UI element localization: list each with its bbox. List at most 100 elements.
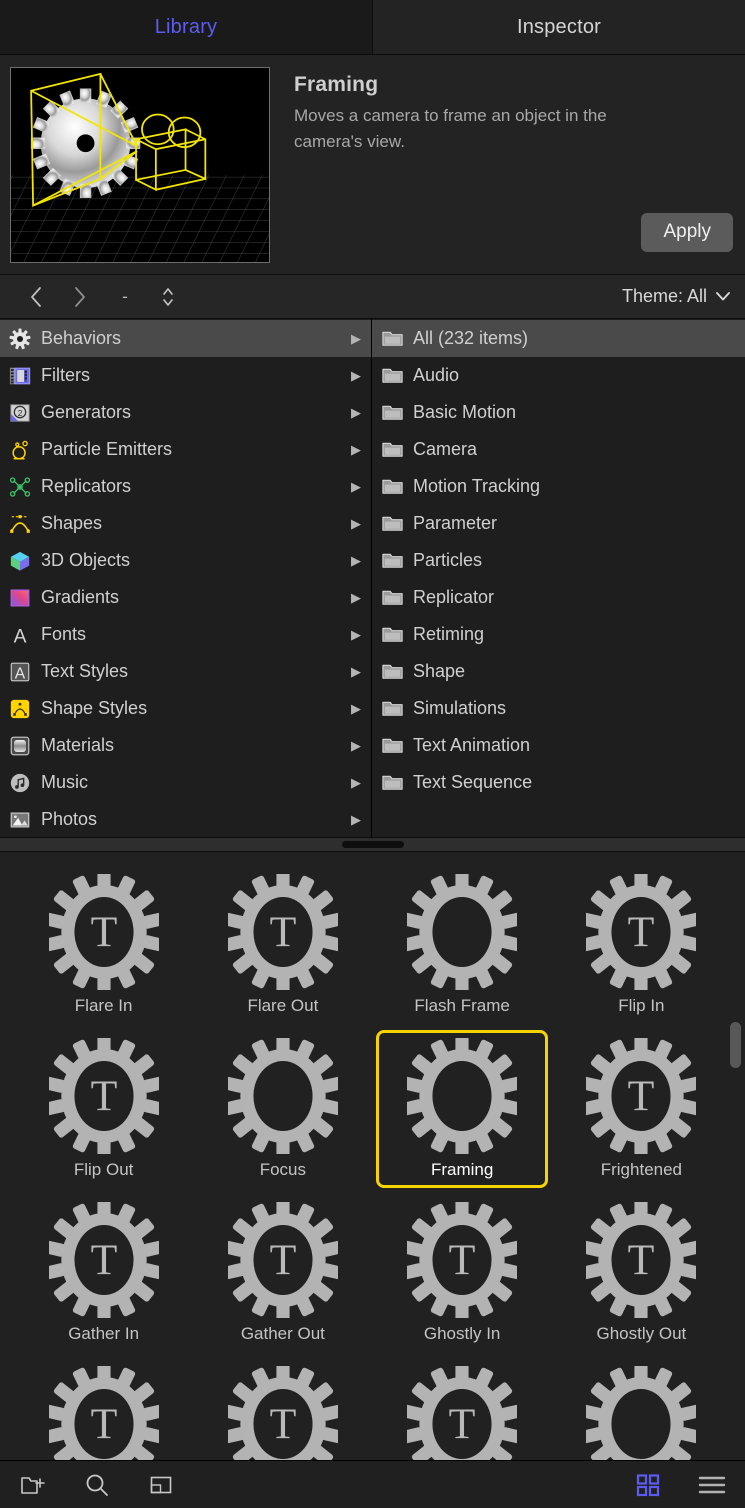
- gear-icon: [8, 327, 32, 351]
- category-row[interactable]: Shapes ▶: [0, 505, 371, 542]
- new-folder-button[interactable]: [16, 1469, 50, 1501]
- gradient-swatch-icon: [10, 588, 30, 607]
- category-row[interactable]: Photos ▶: [0, 801, 371, 837]
- panel-resize-handle[interactable]: [0, 837, 745, 852]
- folder-label: Basic Motion: [413, 402, 517, 422]
- behavior-info: Framing Moves a camera to frame an objec…: [270, 67, 735, 266]
- disclosure-arrow-icon[interactable]: ▶: [351, 775, 365, 791]
- folder-label: Retiming: [413, 624, 485, 644]
- disclosure-arrow-icon[interactable]: ▶: [351, 331, 365, 347]
- folder-row[interactable]: Audio: [372, 357, 745, 394]
- tab-inspector[interactable]: Inspector: [372, 0, 745, 54]
- gear-behavior-icon: [227, 1038, 338, 1154]
- back-button[interactable]: [14, 279, 58, 315]
- category-row[interactable]: 2 Generators ▶: [0, 394, 371, 431]
- category-row[interactable]: Behaviors ▶: [0, 320, 371, 357]
- material-sphere-icon: [8, 734, 32, 758]
- disclosure-arrow-icon[interactable]: ▶: [351, 553, 365, 569]
- disclosure-arrow-icon[interactable]: ▶: [351, 701, 365, 717]
- forward-button[interactable]: [58, 279, 102, 315]
- svg-text:T: T: [270, 1236, 297, 1284]
- disclosure-arrow-icon[interactable]: ▶: [351, 738, 365, 754]
- behavior-item-label: Framing: [430, 1160, 494, 1179]
- disclosure-arrow-icon[interactable]: ▶: [351, 479, 365, 495]
- behavior-grid-item[interactable]: [552, 1356, 731, 1460]
- tab-library[interactable]: Library: [0, 0, 372, 54]
- search-button[interactable]: [80, 1469, 114, 1501]
- category-row[interactable]: Music ▶: [0, 764, 371, 801]
- folder-row[interactable]: Text Sequence: [372, 764, 745, 801]
- category-row[interactable]: A Fonts ▶: [0, 616, 371, 653]
- disclosure-arrow-icon[interactable]: ▶: [351, 627, 365, 643]
- disclosure-arrow-icon[interactable]: ▶: [351, 516, 365, 532]
- category-row[interactable]: Shape Styles ▶: [0, 690, 371, 727]
- bottom-toolbar: [0, 1460, 745, 1508]
- category-row[interactable]: Gradients ▶: [0, 579, 371, 616]
- behavior-grid-item[interactable]: Flash Frame: [373, 864, 552, 1028]
- preview-info-pane: Framing Moves a camera to frame an objec…: [0, 55, 745, 275]
- category-label: Shapes: [41, 513, 103, 533]
- folder-row[interactable]: Basic Motion: [372, 394, 745, 431]
- disclosure-arrow-icon[interactable]: ▶: [351, 405, 365, 421]
- behavior-grid-item[interactable]: Focus: [193, 1028, 372, 1192]
- folder-row[interactable]: Replicator: [372, 579, 745, 616]
- folder-row[interactable]: Retiming: [372, 616, 745, 653]
- folder-row[interactable]: Particles: [372, 542, 745, 579]
- category-row[interactable]: Filters ▶: [0, 357, 371, 394]
- svg-text:T: T: [90, 1236, 117, 1284]
- folder-row[interactable]: All (232 items): [372, 320, 745, 357]
- behavior-item-label: Gather In: [68, 1324, 140, 1343]
- gear-text-behavior-icon: T: [586, 874, 697, 990]
- generator-two-icon: 2: [8, 401, 32, 425]
- apply-button-wrap: Apply: [641, 213, 733, 252]
- shape-style-icon: [8, 697, 32, 721]
- folder-row[interactable]: Camera: [372, 431, 745, 468]
- theme-dropdown[interactable]: Theme: All: [622, 286, 731, 307]
- behavior-grid-item[interactable]: T Flare Out: [193, 864, 372, 1028]
- disclosure-arrow-icon[interactable]: ▶: [351, 368, 365, 384]
- panel-layout-button[interactable]: [144, 1469, 178, 1501]
- folder-row[interactable]: Text Animation: [372, 727, 745, 764]
- disclosure-arrow-icon[interactable]: ▶: [351, 590, 365, 606]
- category-row[interactable]: Materials ▶: [0, 727, 371, 764]
- behavior-grid-item[interactable]: T: [373, 1356, 552, 1460]
- list-view-button[interactable]: [695, 1469, 729, 1501]
- behavior-grid-item[interactable]: T Flip In: [552, 864, 731, 1028]
- category-row[interactable]: Replicators ▶: [0, 468, 371, 505]
- folder-label: Audio: [413, 365, 460, 385]
- behavior-item-label: Flare In: [74, 996, 133, 1015]
- folder-icon: [380, 697, 404, 721]
- music-note-icon: [10, 773, 30, 792]
- svg-text:T: T: [449, 1400, 476, 1448]
- apply-button[interactable]: Apply: [641, 213, 733, 252]
- folder-column[interactable]: All (232 items) Audio Basic Motion Camer…: [372, 319, 745, 837]
- category-row[interactable]: Particle Emitters ▶: [0, 431, 371, 468]
- behavior-grid-item[interactable]: T Gather Out: [193, 1192, 372, 1356]
- category-row[interactable]: A Text Styles ▶: [0, 653, 371, 690]
- behavior-grid-item[interactable]: T: [193, 1356, 372, 1460]
- behavior-grid-item[interactable]: T Ghostly In: [373, 1192, 552, 1356]
- grid-scrollbar-thumb[interactable]: [730, 1022, 741, 1068]
- category-label: 3D Objects: [41, 550, 131, 570]
- folder-row[interactable]: Parameter: [372, 505, 745, 542]
- path-stepper-button[interactable]: [148, 280, 188, 314]
- behavior-grid-area: T Flare In T Flare Out Flash Frame T Flip I…: [0, 852, 745, 1460]
- disclosure-arrow-icon[interactable]: ▶: [351, 812, 365, 828]
- grid-view-button[interactable]: [631, 1469, 665, 1501]
- behavior-grid-item[interactable]: T Gather In: [14, 1192, 193, 1356]
- behavior-grid-item[interactable]: T Flare In: [14, 864, 193, 1028]
- shape-style-icon: [10, 699, 30, 718]
- category-column[interactable]: Behaviors ▶ Filters ▶ 2 Generators ▶ Particl…: [0, 319, 372, 837]
- disclosure-arrow-icon[interactable]: ▶: [351, 664, 365, 680]
- behavior-grid-item[interactable]: T Ghostly Out: [552, 1192, 731, 1356]
- behavior-grid-item[interactable]: T: [14, 1356, 193, 1460]
- behavior-grid-item[interactable]: T Flip Out: [14, 1028, 193, 1192]
- grid-view-icon: [636, 1473, 660, 1496]
- category-row[interactable]: 3D Objects ▶: [0, 542, 371, 579]
- behavior-grid-item[interactable]: Framing: [373, 1028, 552, 1192]
- folder-row[interactable]: Simulations: [372, 690, 745, 727]
- disclosure-arrow-icon[interactable]: ▶: [351, 442, 365, 458]
- behavior-grid-item[interactable]: T Frightened: [552, 1028, 731, 1192]
- folder-row[interactable]: Shape: [372, 653, 745, 690]
- folder-row[interactable]: Motion Tracking: [372, 468, 745, 505]
